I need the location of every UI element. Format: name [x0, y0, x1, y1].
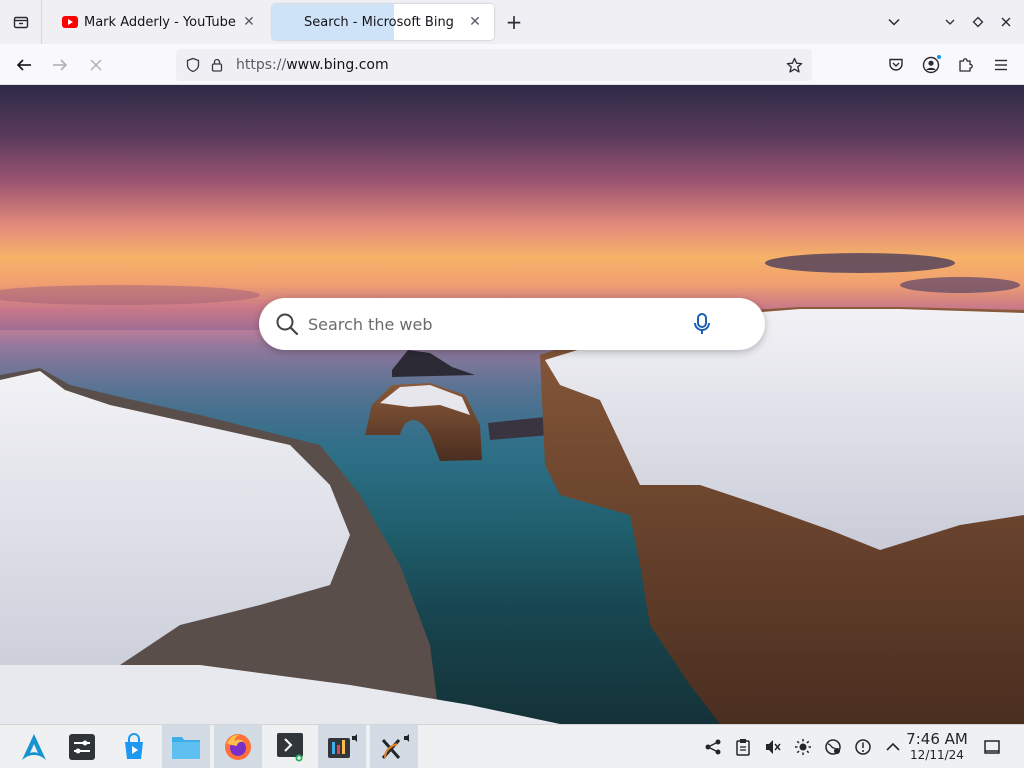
updates-icon[interactable]: [852, 736, 874, 758]
pocket-icon: [889, 58, 903, 71]
taskbar-firefox[interactable]: [214, 725, 262, 768]
shield-icon[interactable]: [182, 54, 204, 76]
volume-muted-icon[interactable]: [762, 736, 784, 758]
tab-list-button[interactable]: [0, 0, 42, 44]
bing-search-box[interactable]: [259, 298, 765, 350]
list-all-tabs-button[interactable]: [882, 10, 906, 34]
clock-time: 7:46 AM: [906, 730, 968, 748]
show-desktop-icon: [984, 740, 1000, 754]
clipboard-icon[interactable]: [732, 736, 754, 758]
tab-bing[interactable]: Search - Microsoft Bing ✕: [272, 4, 494, 40]
network-icon[interactable]: [822, 736, 844, 758]
firefox-icon: [225, 734, 251, 760]
url-text[interactable]: https://www.bing.com: [236, 57, 782, 73]
taskbar-file-manager[interactable]: [162, 725, 210, 768]
app-launcher-button[interactable]: [10, 725, 58, 768]
notification-dot: [936, 54, 942, 60]
bookmark-star-button[interactable]: [782, 53, 806, 77]
taskbar-discover[interactable]: [110, 725, 158, 768]
star-icon: [786, 57, 802, 73]
new-tab-button[interactable]: +: [503, 10, 525, 34]
youtube-icon: [62, 14, 78, 30]
account-button[interactable]: [918, 52, 944, 78]
taskbar-system-settings[interactable]: [58, 725, 106, 768]
navigation-toolbar: https://www.bing.com: [0, 44, 1024, 85]
forward-arrow-icon: [53, 59, 68, 71]
media-app-icon: [328, 734, 357, 758]
digital-clock[interactable]: 7:46 AM 12/11/24: [900, 731, 974, 763]
system-settings-icon: [69, 734, 95, 760]
back-button[interactable]: [11, 52, 37, 78]
hamburger-menu-icon: [995, 59, 1007, 71]
lock-icon[interactable]: [206, 54, 228, 76]
background-landscape-image: [0, 253, 1024, 724]
stop-icon: [90, 59, 102, 71]
back-arrow-icon: [16, 59, 31, 71]
chevron-down-icon: [888, 18, 900, 26]
tab-list-icon: [13, 16, 28, 29]
arch-linux-launcher-icon: [22, 734, 46, 760]
tab-strip: Mark Adderly - YouTube ✕ Search - Micros…: [0, 0, 1024, 44]
minimize-window-button[interactable]: [938, 10, 962, 34]
taskbar-terminal[interactable]: [266, 725, 314, 768]
close-icon: [1001, 17, 1011, 27]
close-tab-icon[interactable]: ✕: [466, 13, 484, 31]
minimize-icon: [945, 19, 955, 25]
close-tab-icon[interactable]: ✕: [240, 13, 258, 31]
clock-date: 12/11/24: [910, 748, 964, 762]
kde-connect-icon[interactable]: [702, 736, 724, 758]
forward-button[interactable]: [47, 52, 73, 78]
taskbar-x-app[interactable]: [370, 725, 418, 768]
taskbar-media-app[interactable]: [318, 725, 366, 768]
close-window-button[interactable]: [994, 10, 1018, 34]
url-scheme: https://: [236, 57, 287, 73]
show-desktop-button[interactable]: [980, 735, 1004, 759]
url-host: www.bing.com: [286, 57, 389, 73]
maximize-window-button[interactable]: [966, 10, 990, 34]
stop-button[interactable]: [83, 52, 109, 78]
system-tray: [698, 725, 908, 768]
tab-youtube[interactable]: Mark Adderly - YouTube ✕: [48, 4, 268, 40]
app-menu-button[interactable]: [988, 52, 1014, 78]
bing-homepage: [0, 85, 1024, 724]
tab-title: Mark Adderly - YouTube: [84, 14, 236, 30]
search-icon[interactable]: [274, 311, 300, 337]
terminal-icon: [277, 733, 303, 762]
puzzle-icon: [959, 58, 973, 72]
taskbar: 7:46 AM 12/11/24: [0, 724, 1024, 768]
file-manager-icon: [172, 737, 200, 759]
x-app-icon: [381, 734, 409, 759]
tab-title: Search - Microsoft Bing: [304, 14, 454, 30]
pocket-button[interactable]: [883, 52, 909, 78]
microphone-icon[interactable]: [689, 311, 715, 337]
address-bar[interactable]: https://www.bing.com: [176, 49, 812, 81]
maximize-icon: [972, 16, 984, 28]
search-input[interactable]: [308, 314, 689, 334]
extensions-button[interactable]: [953, 52, 979, 78]
brightness-icon[interactable]: [792, 736, 814, 758]
discover-store-icon: [125, 733, 143, 759]
